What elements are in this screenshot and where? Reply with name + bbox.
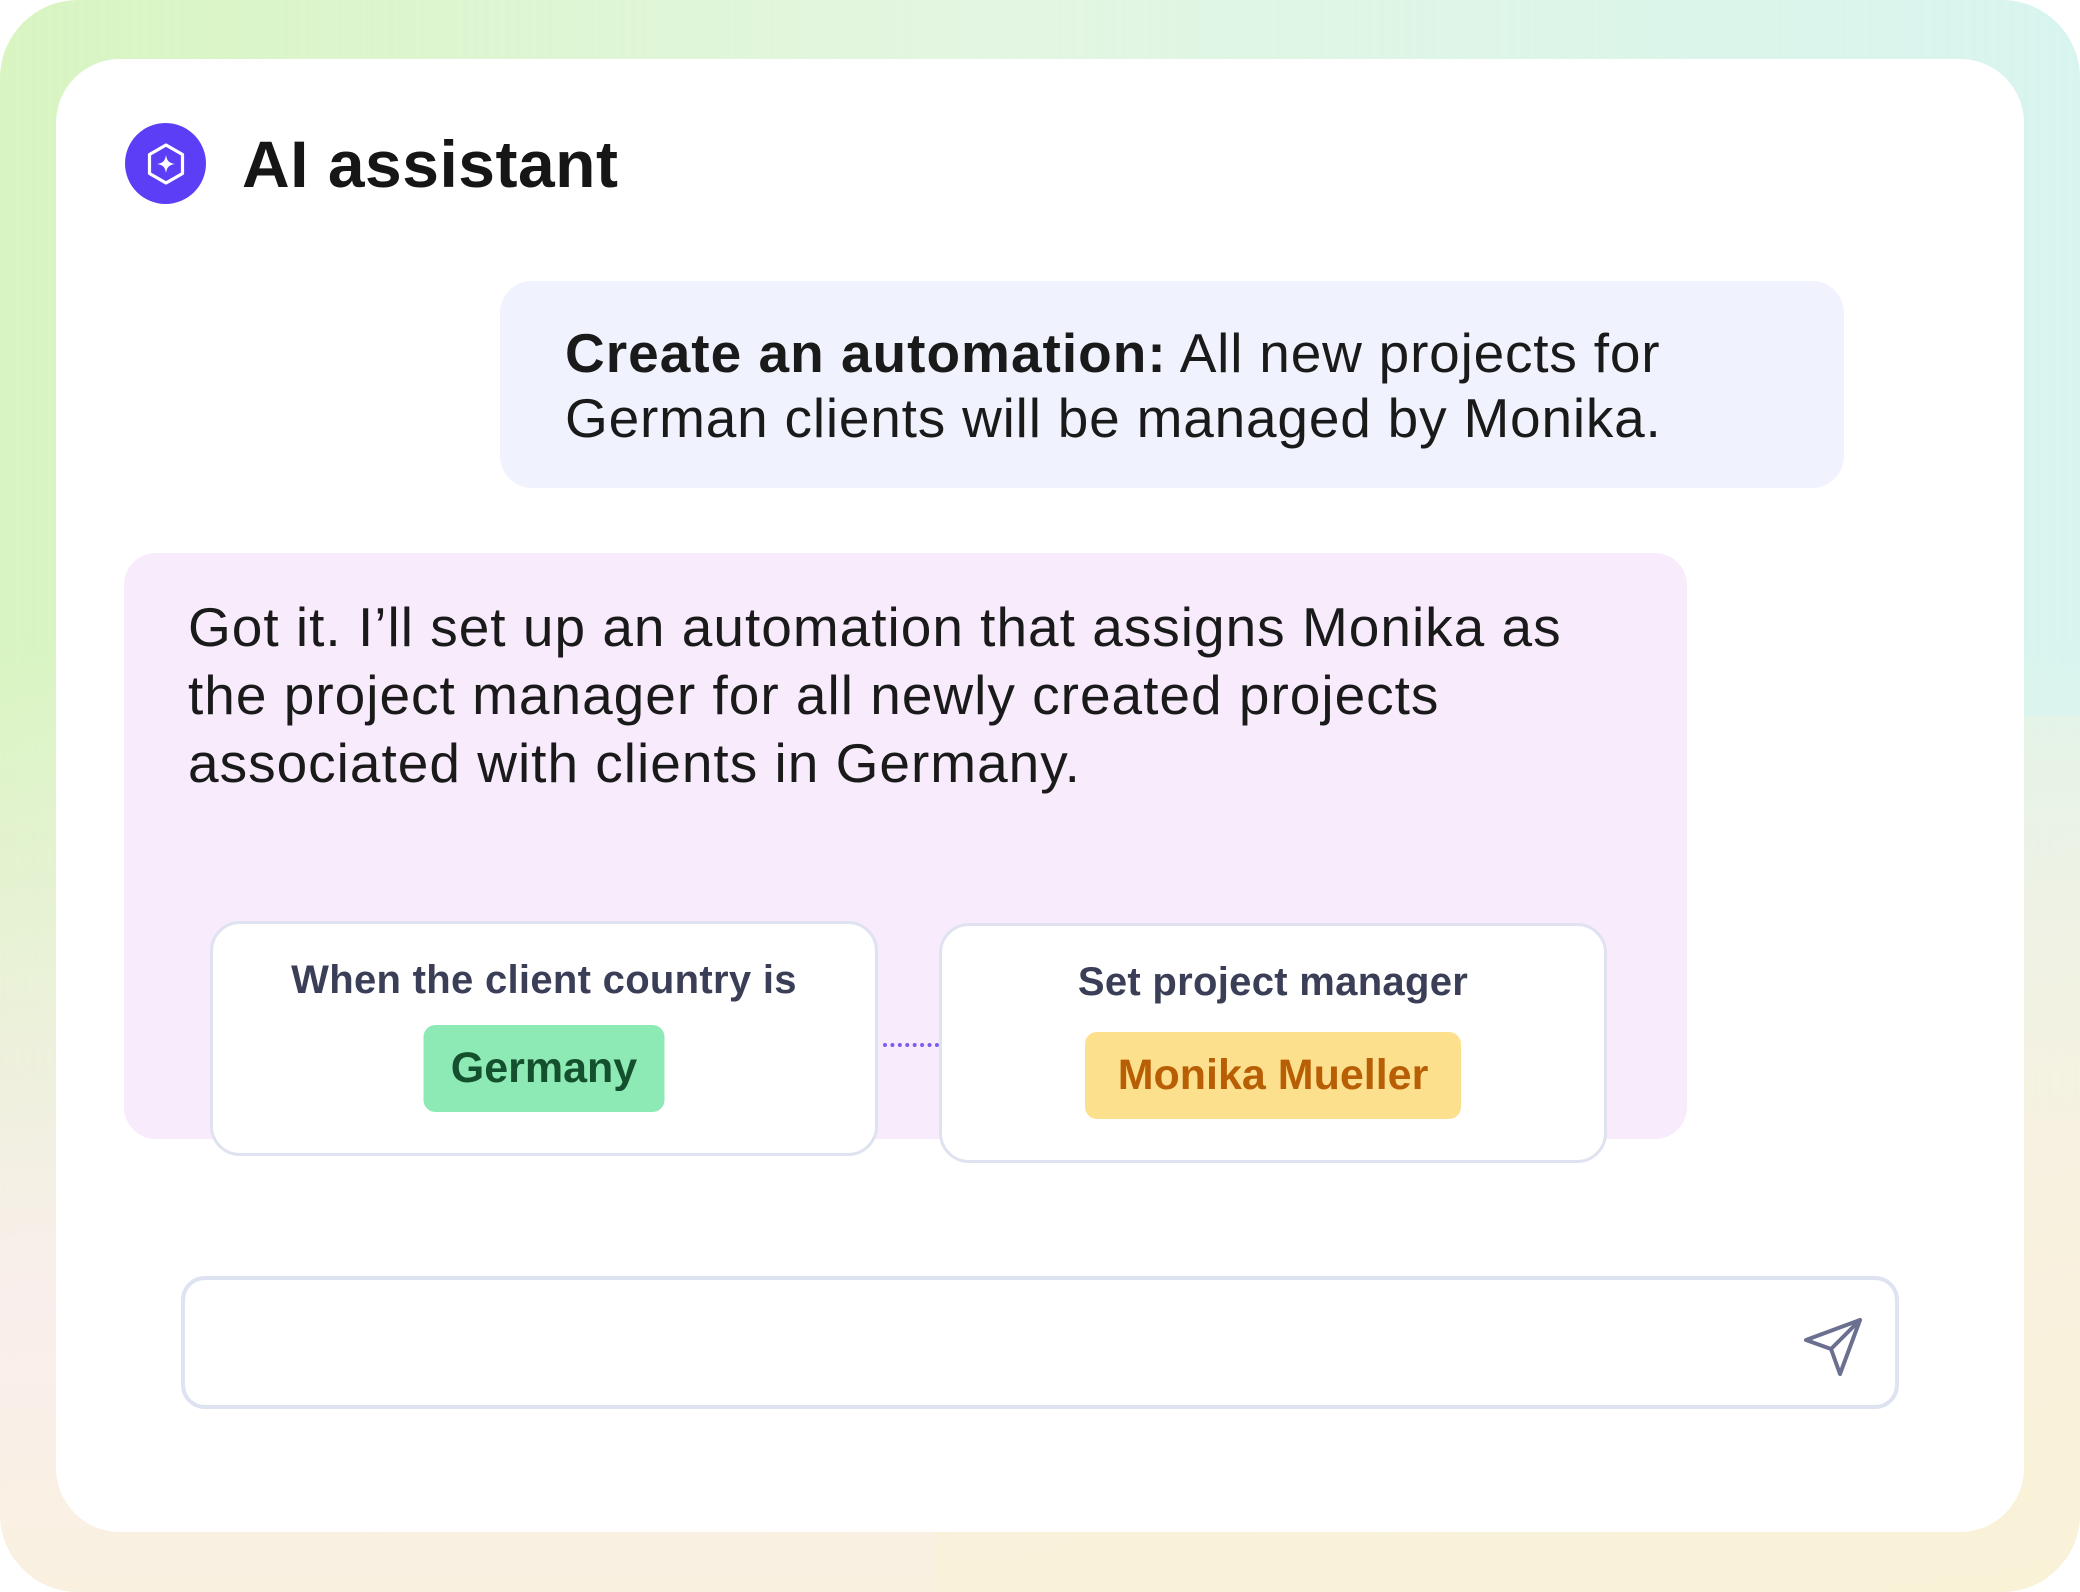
assistant-message-text: Got it. I’ll set up an automation that a… [188, 596, 1562, 794]
send-button[interactable] [1799, 1313, 1867, 1381]
user-message-bubble: Create an automation: All new projects f… [500, 281, 1844, 488]
assistant-header: AI assistant [125, 123, 618, 204]
user-message-bold: Create an automation: [565, 322, 1167, 384]
dotted-connector [883, 1043, 939, 1047]
send-icon [1804, 1318, 1862, 1376]
action-card[interactable]: Set project manager Monika Mueller [939, 923, 1607, 1163]
sparkle-hexagon-icon [125, 123, 206, 204]
country-chip[interactable]: Germany [423, 1025, 665, 1112]
page-title: AI assistant [242, 126, 619, 201]
message-input[interactable] [181, 1276, 1899, 1409]
trigger-card[interactable]: When the client country is Germany [210, 921, 878, 1156]
assistant-message-bubble: Got it. I’ll set up an automation that a… [124, 553, 1687, 1163]
trigger-card-label: When the client country is [291, 958, 797, 1002]
action-card-label: Set project manager [1077, 960, 1469, 1004]
project-manager-chip[interactable]: Monika Mueller [1085, 1032, 1461, 1119]
